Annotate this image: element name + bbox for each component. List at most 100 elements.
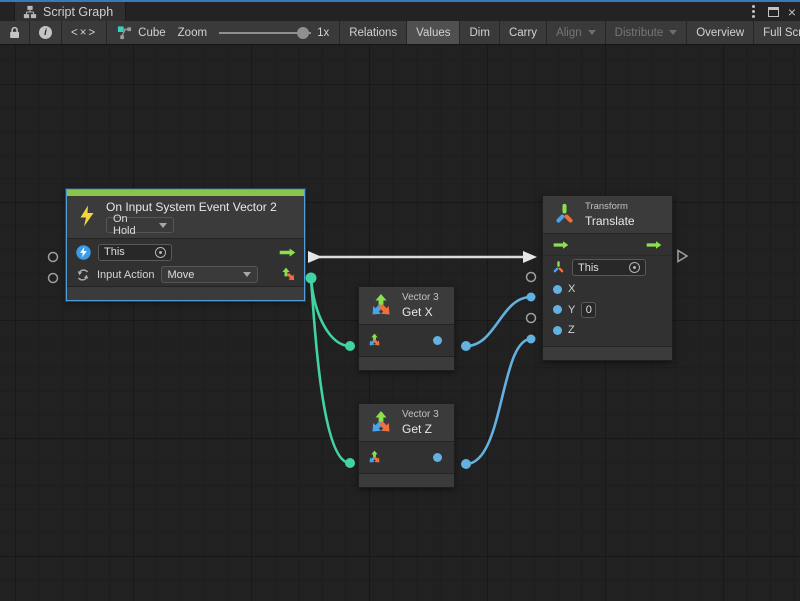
event-node[interactable]: On Input System Event Vector 2 On Hold xyxy=(66,189,305,301)
get-z-node[interactable]: Vector 3 Get Z xyxy=(358,403,455,488)
translate-target-value: This xyxy=(578,262,599,274)
chevron-down-icon xyxy=(669,30,677,35)
fullscreen-button[interactable]: Full Screen xyxy=(754,21,800,44)
translate-flow-out-port[interactable] xyxy=(678,251,687,262)
get-x-vector-in-port[interactable] xyxy=(345,341,355,351)
object-picker-icon[interactable] xyxy=(155,247,166,258)
dim-button[interactable]: Dim xyxy=(460,21,499,44)
code-preview-toggle[interactable]: <×> xyxy=(62,21,107,44)
kebab-menu-icon[interactable] xyxy=(752,10,755,13)
translate-x-in-port[interactable] xyxy=(527,293,536,302)
translate-z-in-port[interactable] xyxy=(527,335,536,344)
event-node-footer xyxy=(67,286,304,300)
align-dropdown[interactable]: Align xyxy=(547,21,606,44)
vector3-icon xyxy=(368,293,394,319)
distribute-label: Distribute xyxy=(615,27,664,39)
get-z-body-row xyxy=(359,442,454,473)
wire-flow-start-arrow xyxy=(308,251,322,263)
lightning-icon xyxy=(76,204,98,229)
translate-target-field[interactable]: This xyxy=(572,259,646,276)
window-controls: × xyxy=(748,2,796,21)
lock-button[interactable] xyxy=(0,21,30,44)
event-mode-dropdown[interactable]: On Hold xyxy=(106,217,174,233)
tab-script-graph[interactable]: Script Graph xyxy=(14,2,126,21)
input-action-value: Move xyxy=(168,269,195,281)
wire-vector2-getx xyxy=(311,278,350,346)
graph-toolbar: i <×> Cube Zoom 1x Relations Values xyxy=(0,21,800,45)
wire-float-z xyxy=(466,339,531,464)
get-z-header: Vector 3 Get Z xyxy=(359,404,454,442)
overview-label: Overview xyxy=(696,27,744,39)
input-action-dropdown[interactable]: Move xyxy=(161,266,258,283)
align-label: Align xyxy=(556,27,582,39)
translate-category: Transform xyxy=(585,201,635,212)
port-y-label: Y xyxy=(568,304,575,316)
unity-script-graph-window: Script Graph × i <×> xyxy=(0,0,800,601)
graph-canvas[interactable]: On Input System Event Vector 2 On Hold xyxy=(0,45,800,601)
translate-target-row: This xyxy=(543,256,672,279)
graph-name[interactable]: Cube xyxy=(138,27,166,39)
get-x-footer xyxy=(359,356,454,370)
overview-button[interactable]: Overview xyxy=(687,21,754,44)
vector3-mini-icon[interactable] xyxy=(367,450,382,465)
object-picker-icon[interactable] xyxy=(629,262,640,273)
relations-button[interactable]: Relations xyxy=(340,21,407,44)
translate-y-in-port[interactable] xyxy=(527,314,536,323)
values-button[interactable]: Values xyxy=(407,21,460,44)
port-y-value-field[interactable]: 0 xyxy=(581,302,596,318)
event-target-field[interactable]: This xyxy=(98,244,172,261)
input-action-icon xyxy=(75,267,91,283)
info-icon: i xyxy=(39,26,52,39)
event-value-out-port[interactable] xyxy=(306,273,317,284)
vector2-type-icon[interactable] xyxy=(280,267,296,283)
translate-body: This X Y 0 Z xyxy=(543,234,672,340)
event-target-value: This xyxy=(104,246,125,258)
close-icon[interactable]: × xyxy=(788,5,796,19)
relations-label: Relations xyxy=(349,27,397,39)
event-mode-value: On Hold xyxy=(113,213,153,237)
event-action-row: Input Action Move xyxy=(67,263,304,286)
zoom-slider[interactable] xyxy=(219,32,311,34)
wire-flow-end-arrow xyxy=(523,251,537,263)
translate-flow-row xyxy=(543,234,672,256)
get-z-category: Vector 3 xyxy=(402,409,439,420)
get-z-vector-in-port[interactable] xyxy=(345,458,355,468)
get-x-value-out-port[interactable] xyxy=(461,341,471,351)
get-x-node[interactable]: Vector 3 Get X xyxy=(358,286,455,371)
get-z-value-out-port[interactable] xyxy=(461,459,471,469)
get-z-output-port[interactable] xyxy=(433,453,442,462)
flow-input-arrow-icon[interactable] xyxy=(553,239,569,251)
port-y-dot[interactable] xyxy=(553,305,562,314)
distribute-dropdown[interactable]: Distribute xyxy=(606,21,688,44)
port-x-label: X xyxy=(568,283,575,295)
transform-mini-icon[interactable] xyxy=(551,260,566,275)
inspect-button[interactable]: i xyxy=(30,21,62,44)
vector3-mini-icon[interactable] xyxy=(367,333,382,348)
chevron-down-icon xyxy=(159,223,167,228)
flow-output-arrow-icon[interactable] xyxy=(646,239,662,251)
input-action-label: Input Action xyxy=(97,269,155,281)
get-z-title: Get Z xyxy=(402,422,439,436)
translate-port-z-row: Z xyxy=(543,320,672,340)
event-target-in-port[interactable] xyxy=(49,253,58,262)
carry-label: Carry xyxy=(509,27,537,39)
translate-node[interactable]: Transform Translate xyxy=(542,195,673,361)
event-node-header: On Input System Event Vector 2 On Hold xyxy=(67,196,304,238)
translate-target-in-port[interactable] xyxy=(527,273,536,282)
event-action-in-port[interactable] xyxy=(49,274,58,283)
transform-icon xyxy=(552,202,577,227)
get-x-title: Get X xyxy=(402,305,439,319)
trigger-output-arrow-icon[interactable] xyxy=(279,246,296,259)
maximize-icon[interactable] xyxy=(768,7,779,17)
chevron-down-icon xyxy=(588,30,596,35)
fullscreen-label: Full Screen xyxy=(763,27,800,39)
translate-footer xyxy=(543,346,672,360)
zoom-slider-knob[interactable] xyxy=(297,27,309,39)
lock-icon xyxy=(7,25,22,40)
port-z-dot[interactable] xyxy=(553,326,562,335)
get-x-output-port[interactable] xyxy=(433,336,442,345)
translate-port-y-row: Y 0 xyxy=(543,299,672,320)
vector3-icon xyxy=(368,410,394,436)
port-x-dot[interactable] xyxy=(553,285,562,294)
carry-button[interactable]: Carry xyxy=(500,21,547,44)
